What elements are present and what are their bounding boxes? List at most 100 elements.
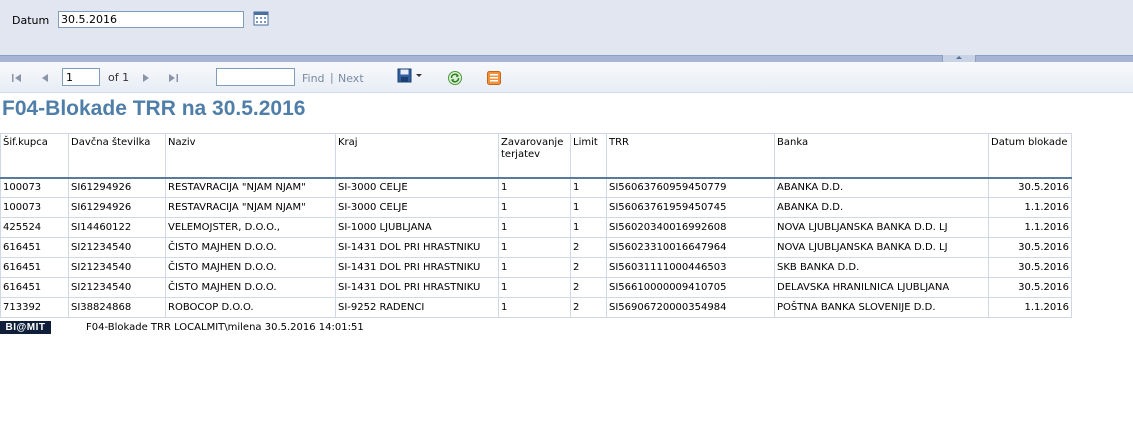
cell-customer-code: 100073	[0, 177, 69, 198]
column-header-block-date: Datum blokade	[988, 133, 1072, 179]
cell-block-date: 30.5.2016	[988, 257, 1072, 278]
date-input[interactable]	[58, 11, 244, 28]
cell-trr: SI56906720000354984	[606, 297, 775, 318]
table-row: 616451 SI21234540 ČISTO MAJHEN D.O.O. SI…	[0, 277, 1072, 298]
report-title: F04-Blokade TRR na 30.5.2016	[2, 97, 306, 120]
cell-insurance: 1	[498, 197, 571, 218]
cell-name: ČISTO MAJHEN D.O.O.	[165, 277, 336, 298]
table-row: 100073 SI61294926 RESTAVRACIJA "NJAM NJA…	[0, 197, 1072, 218]
cell-customer-code: 713392	[0, 297, 69, 318]
cell-city: SI-1000 LJUBLJANA	[335, 217, 499, 238]
cell-insurance: 1	[498, 217, 571, 238]
cell-customer-code: 425524	[0, 217, 69, 238]
find-next-link[interactable]: Next	[338, 72, 364, 85]
cell-insurance: 1	[498, 297, 571, 318]
cell-city: SI-3000 CELJE	[335, 197, 499, 218]
cell-insurance: 1	[498, 277, 571, 298]
column-header-insurance: Zavarovanje terjatev	[498, 133, 571, 179]
last-page-icon[interactable]	[166, 71, 180, 85]
cell-trr: SI56063760959450779	[606, 177, 775, 198]
date-label: Datum	[12, 14, 50, 27]
cell-block-date: 30.5.2016	[988, 177, 1072, 198]
cell-tax-number: SI61294926	[68, 197, 166, 218]
cell-limit: 1	[570, 197, 607, 218]
report-toolbar: of 1 Find | Next	[0, 62, 1133, 93]
cell-tax-number: SI38824868	[68, 297, 166, 318]
find-separator: |	[330, 71, 334, 84]
table-row: 100073 SI61294926 RESTAVRACIJA "NJAM NJA…	[0, 177, 1072, 198]
cell-limit: 1	[570, 177, 607, 198]
column-header-limit: Limit	[570, 133, 607, 179]
cell-trr: SI56610000009410705	[606, 277, 775, 298]
column-header-city: Kraj	[335, 133, 499, 179]
refresh-icon[interactable]	[447, 70, 463, 86]
cell-limit: 2	[570, 297, 607, 318]
cell-name: ROBOCOP D.O.O.	[165, 297, 336, 318]
table-row: 616451 SI21234540 ČISTO MAJHEN D.O.O. SI…	[0, 257, 1072, 278]
cell-tax-number: SI21234540	[68, 237, 166, 258]
first-page-icon[interactable]	[10, 71, 24, 85]
cell-bank: ABANKA D.D.	[774, 177, 989, 198]
table-header-row: Šif.kupca Davčna številka Naziv Kraj Zav…	[0, 133, 1072, 179]
cell-tax-number: SI21234540	[68, 277, 166, 298]
cell-limit: 2	[570, 257, 607, 278]
cell-bank: ABANKA D.D.	[774, 197, 989, 218]
cell-city: SI-9252 RADENCI	[335, 297, 499, 318]
cell-customer-code: 100073	[0, 197, 69, 218]
cell-tax-number: SI14460122	[68, 217, 166, 238]
table-row: 616451 SI21234540 ČISTO MAJHEN D.O.O. SI…	[0, 237, 1072, 258]
cell-bank: DELAVSKA HRANILNICA LJUBLJANA	[774, 277, 989, 298]
cell-name: RESTAVRACIJA "NJAM NJAM"	[165, 177, 336, 198]
cell-city: SI-1431 DOL PRI HRASTNIKU	[335, 257, 499, 278]
cell-trr: SI56031111000446503	[606, 257, 775, 278]
cell-trr: SI56023310016647964	[606, 237, 775, 258]
cell-city: SI-1431 DOL PRI HRASTNIKU	[335, 277, 499, 298]
cell-block-date: 30.5.2016	[988, 277, 1072, 298]
cell-name: ČISTO MAJHEN D.O.O.	[165, 257, 336, 278]
page-number-input[interactable]	[62, 68, 100, 86]
table-row: 713392 SI38824868 ROBOCOP D.O.O. SI-9252…	[0, 297, 1072, 318]
next-page-icon[interactable]	[139, 71, 153, 85]
column-header-tax-number: Davčna številka	[68, 133, 166, 179]
cell-block-date: 1.1.2016	[988, 217, 1072, 238]
parameter-area: Datum	[0, 0, 1133, 55]
cell-limit: 1	[570, 217, 607, 238]
cell-block-date: 1.1.2016	[988, 197, 1072, 218]
cell-trr: SI56020340016992608	[606, 217, 775, 238]
collapse-parameters-button[interactable]	[942, 55, 976, 62]
cell-customer-code: 616451	[0, 277, 69, 298]
cell-name: RESTAVRACIJA "NJAM NJAM"	[165, 197, 336, 218]
cell-bank: POŠTNA BANKA SLOVENIJE D.D.	[774, 297, 989, 318]
cell-block-date: 1.1.2016	[988, 297, 1072, 318]
company-logo: BI@MIT	[0, 321, 51, 334]
cell-limit: 2	[570, 237, 607, 258]
column-header-name: Naziv	[165, 133, 336, 179]
table-row: 425524 SI14460122 VELEMOJSTER, D.O.O., S…	[0, 217, 1072, 238]
save-export-icon[interactable]	[397, 68, 425, 84]
cell-tax-number: SI21234540	[68, 257, 166, 278]
cell-name: ČISTO MAJHEN D.O.O.	[165, 237, 336, 258]
report-table: Šif.kupca Davčna številka Naziv Kraj Zav…	[0, 133, 1072, 318]
cell-insurance: 1	[498, 237, 571, 258]
cell-limit: 2	[570, 277, 607, 298]
cell-trr: SI56063761959450745	[606, 197, 775, 218]
find-input[interactable]	[216, 68, 295, 86]
chevron-up-icon	[956, 56, 962, 59]
cell-name: VELEMOJSTER, D.O.O.,	[165, 217, 336, 238]
page-count-label: of 1	[108, 71, 130, 84]
cell-city: SI-3000 CELJE	[335, 177, 499, 198]
column-header-customer-code: Šif.kupca	[0, 133, 69, 179]
prev-page-icon[interactable]	[38, 71, 52, 85]
cell-bank: SKB BANKA D.D.	[774, 257, 989, 278]
find-link[interactable]: Find	[302, 72, 325, 85]
cell-insurance: 1	[498, 177, 571, 198]
cell-bank: NOVA LJUBLJANSKA BANKA D.D. LJ	[774, 217, 989, 238]
cell-insurance: 1	[498, 257, 571, 278]
print-icon[interactable]	[486, 70, 502, 86]
column-header-trr: TRR	[606, 133, 775, 179]
cell-block-date: 30.5.2016	[988, 237, 1072, 258]
calendar-icon[interactable]	[253, 10, 269, 26]
cell-tax-number: SI61294926	[68, 177, 166, 198]
column-header-bank: Banka	[774, 133, 989, 179]
cell-city: SI-1431 DOL PRI HRASTNIKU	[335, 237, 499, 258]
